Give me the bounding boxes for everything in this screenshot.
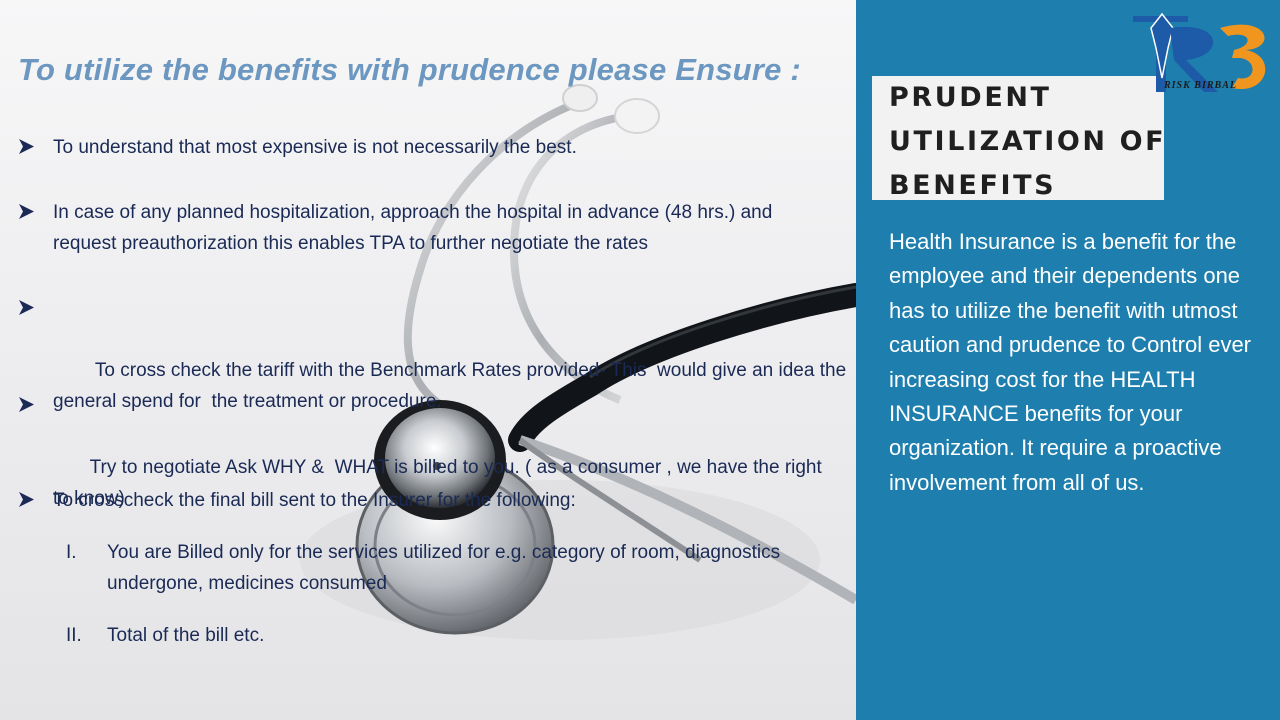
sub-item-number: I. [66,542,77,563]
arrow-bullet-icon [19,492,34,507]
sub-item-number: II. [66,625,82,646]
page-heading: To utilize the benefits with prudence pl… [18,52,801,87]
sub-item-text: Total of the bill etc. [107,625,265,646]
bullet-item: Try to negotiate Ask WHY & WHAT is bille… [18,390,838,545]
sub-item-text: You are Billed only for the services uti… [107,542,781,594]
bullet-item: To understand that most expensive is not… [18,132,813,163]
arrow-bullet-icon [19,139,34,154]
arrow-bullet-icon [19,397,34,412]
side-heading: PRUDENT UTILIZATION OF BENEFITS [889,82,1167,201]
content-area: To utilize the benefits with prudence pl… [0,0,856,720]
arrow-bullet-icon [19,300,34,315]
logo-text: RISK BIRBAL [1164,80,1237,91]
arrow-bullet-icon [19,204,34,219]
bullet-item: To crosscheck the final bill sent to the… [18,485,838,516]
bullet-item: In case of any planned hospitalization, … [18,197,838,259]
side-body-text: Health Insurance is a benefit for the em… [889,229,1252,495]
